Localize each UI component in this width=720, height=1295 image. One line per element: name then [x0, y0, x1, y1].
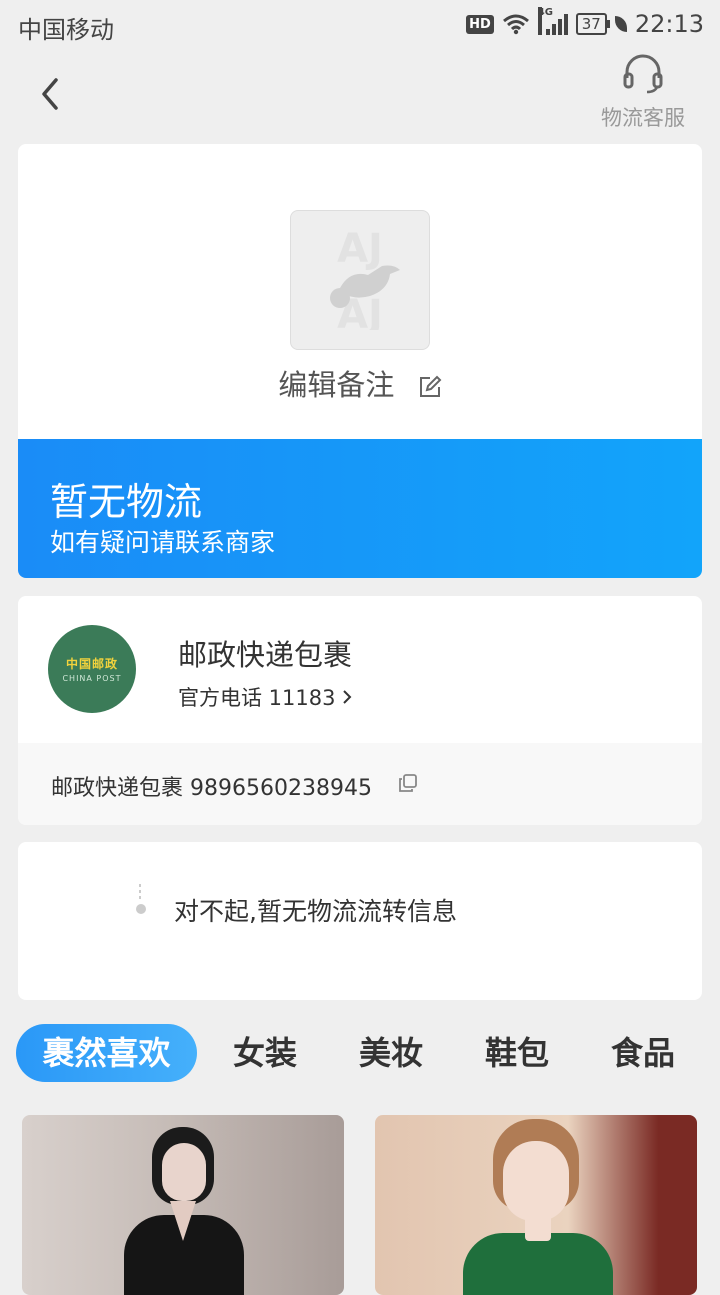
status-icons: HD 4G 37 22:13	[466, 7, 704, 40]
edit-icon	[419, 375, 442, 397]
product-card[interactable]	[375, 1115, 697, 1295]
wifi-icon	[502, 14, 529, 35]
back-arrow-icon[interactable]	[36, 74, 66, 114]
product-card[interactable]	[22, 1115, 344, 1295]
logistics-service-label: 物流客服	[601, 106, 685, 130]
timeline-dot	[136, 884, 146, 914]
package-image: AJ AJ	[290, 210, 430, 350]
clock: 22:13	[634, 10, 704, 38]
package-placeholder-icon: AJ AJ	[330, 230, 400, 330]
logistics-status-banner: 暂无物流 如有疑问请联系商家	[18, 439, 702, 578]
edit-remark-label: 编辑备注	[278, 368, 395, 402]
official-phone-link[interactable]: 官方电话 11183	[178, 682, 353, 712]
logo-text-cn: 中国邮政	[65, 657, 118, 671]
app-header: 物流客服	[0, 50, 720, 140]
battery-saver-icon	[614, 16, 627, 32]
courier-card: 中国邮政 CHINA POST 邮政快递包裹 官方电话 11183 邮政快递包裹…	[18, 596, 702, 825]
tracking-info-card: 对不起,暂无物流流转信息	[18, 842, 702, 1000]
tab-guoranxihuan[interactable]: 裹然喜欢	[16, 1024, 197, 1082]
china-post-logo: 中国邮政 CHINA POST	[48, 625, 136, 713]
logistics-status-title: 暂无物流	[50, 480, 203, 524]
tab-food[interactable]: 食品	[611, 1024, 675, 1082]
official-phone-label: 官方电话 11183	[178, 686, 336, 710]
carrier-name: 中国移动	[18, 16, 114, 44]
tab-beauty[interactable]: 美妆	[359, 1024, 423, 1082]
cell-signal-icon: 4G	[537, 7, 568, 35]
logo-text-en: CHINA POST	[62, 674, 122, 683]
logistics-service-button[interactable]: 物流客服	[596, 54, 690, 132]
status-bar: 中国移动 HD 4G 37 22:13	[0, 0, 720, 50]
no-tracking-message: 对不起,暂无物流流转信息	[174, 897, 457, 926]
hd-badge: HD	[466, 14, 494, 34]
svg-text:AJ: AJ	[337, 230, 383, 272]
logistics-status-subtitle: 如有疑问请联系商家	[50, 528, 276, 557]
battery-icon: 37	[575, 13, 610, 35]
product-image	[375, 1115, 697, 1295]
package-card: AJ AJ 编辑备注 暂无物流 如有疑问请联系商家	[18, 144, 702, 578]
chevron-right-icon	[343, 690, 352, 704]
courier-name: 邮政快递包裹	[178, 638, 353, 672]
tracking-number: 邮政快递包裹 9896560238945	[51, 776, 372, 801]
copy-icon[interactable]	[398, 773, 418, 793]
recommend-tabs: 裹然喜欢 女装 美妆 鞋包 食品	[0, 1024, 720, 1084]
headset-icon	[623, 54, 663, 94]
tab-shoes-bags[interactable]: 鞋包	[485, 1024, 549, 1082]
tab-womens-clothing[interactable]: 女装	[233, 1024, 297, 1082]
product-image	[22, 1115, 344, 1295]
tracking-number-row: 邮政快递包裹 9896560238945	[18, 743, 702, 825]
edit-remark-button[interactable]: 编辑备注	[18, 362, 702, 404]
